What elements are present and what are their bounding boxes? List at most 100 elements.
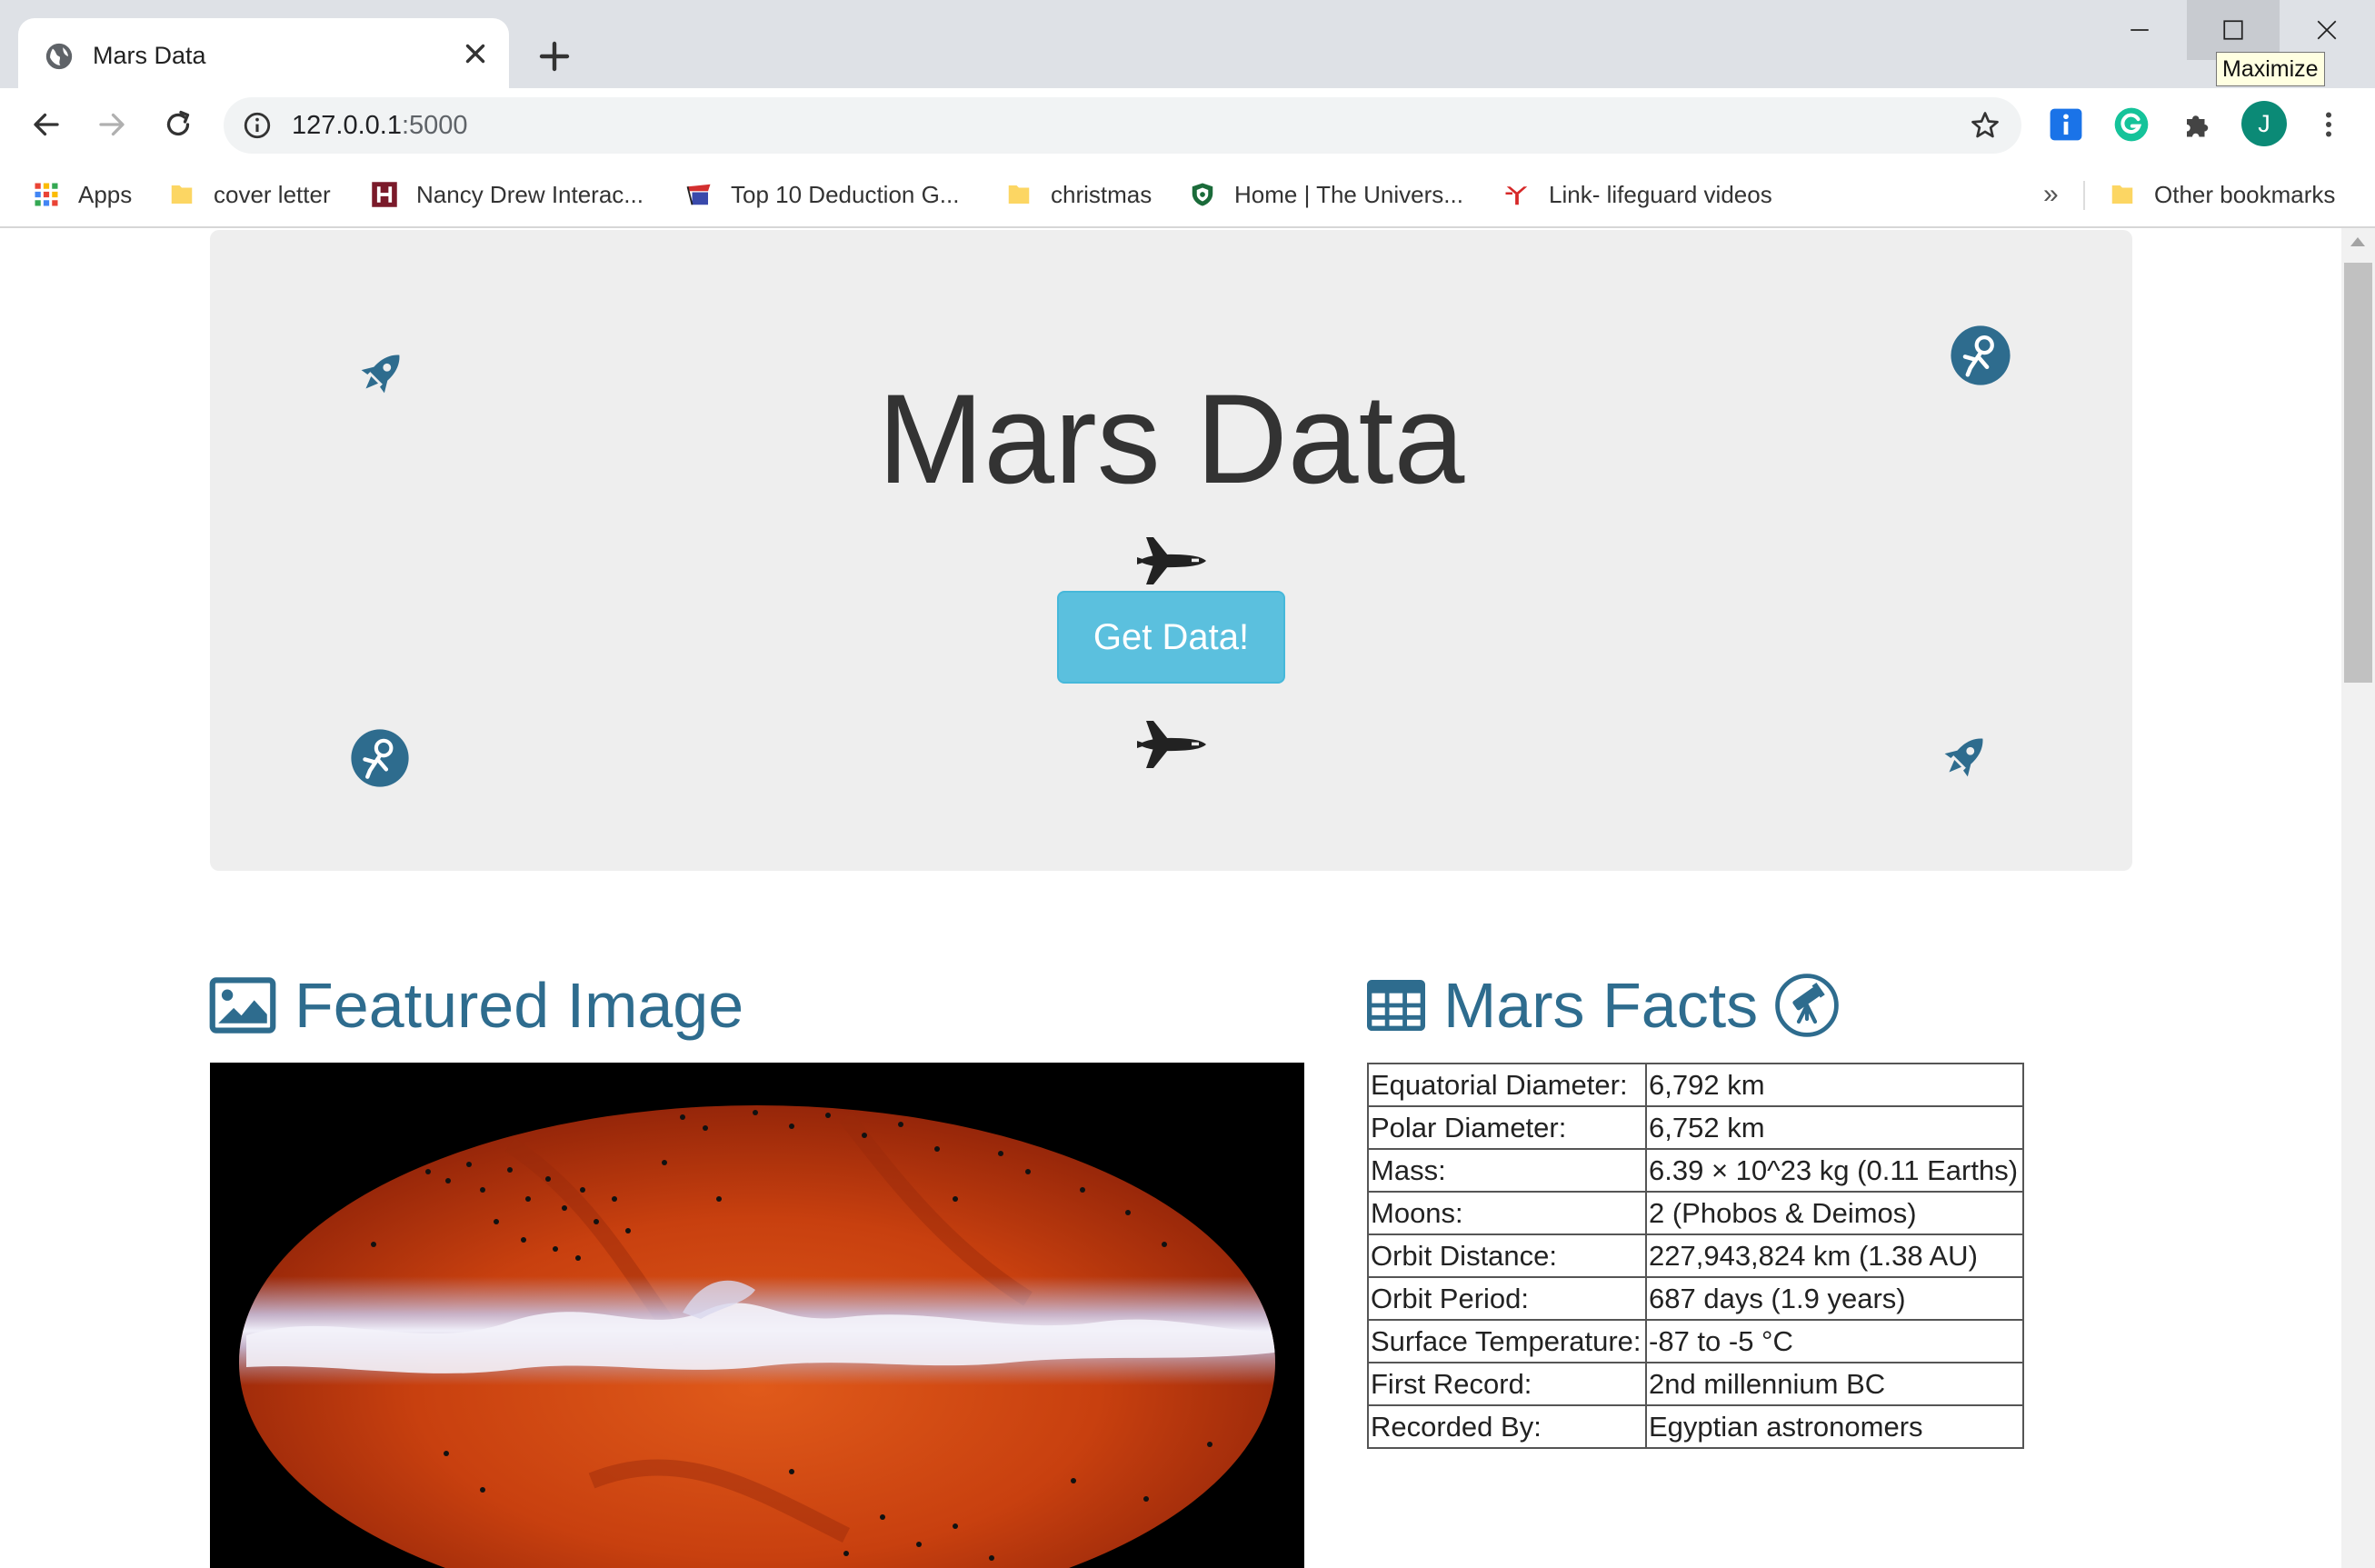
maximize-tooltip: Maximize xyxy=(2216,52,2325,86)
bookmark-apps[interactable]: Apps xyxy=(33,176,132,213)
astronaut-icon xyxy=(351,729,409,787)
arrow-left-icon xyxy=(34,113,59,136)
bookmark-label: Home | The Univers... xyxy=(1234,180,1463,208)
ymca-icon xyxy=(1505,186,1528,205)
table-row: First Record: 2nd millennium BC xyxy=(1367,1362,2024,1406)
space-shuttle-icon xyxy=(1137,721,1206,768)
folder-icon xyxy=(2111,185,2133,204)
reload-button[interactable] xyxy=(155,101,202,148)
table-row: Polar Diameter: 6,752 km xyxy=(1367,1105,2024,1150)
back-button[interactable] xyxy=(23,101,70,148)
fact-label: Equatorial Diameter: xyxy=(1367,1063,1647,1107)
grammarly-button[interactable] xyxy=(2111,105,2151,145)
maximize-icon xyxy=(2223,20,2243,40)
bookmark-home-university[interactable]: Home | The Univers... xyxy=(1189,176,1463,213)
telescope-icon xyxy=(1775,974,1839,1037)
url-port: :5000 xyxy=(401,111,468,140)
info-icon[interactable] xyxy=(242,110,273,141)
folder-icon xyxy=(171,185,193,204)
table-row: Orbit Distance: 227,943,824 km (1.38 AU) xyxy=(1367,1233,2024,1278)
fact-value: 6.39 × 10^23 kg (0.11 Earths) xyxy=(1645,1148,2024,1193)
featured-image-heading: Featured Image xyxy=(209,969,743,1042)
table-row: Moons: 2 (Phobos & Deimos) xyxy=(1367,1191,2024,1235)
facts-table-body: Equatorial Diameter: 6,792 km Polar Diamet… xyxy=(1367,1063,2024,1449)
bookmark-label: cover letter xyxy=(214,180,331,208)
bookmark-top-10-deduction[interactable]: Top 10 Deduction G... xyxy=(685,176,959,213)
bookmark-christmas[interactable]: christmas xyxy=(1005,176,1152,213)
bookmark-label: Link- lifeguard videos xyxy=(1549,180,1772,208)
arrow-right-icon xyxy=(99,113,125,136)
mars-facts-table: Equatorial Diameter: 6,792 km Polar Diamet… xyxy=(1367,1063,2024,1449)
url-text[interactable]: 127.0.0.1:5000 xyxy=(292,108,468,143)
bookmark-cover-letter[interactable]: cover letter xyxy=(168,176,331,213)
mars-facts-heading: Mars Facts xyxy=(1367,969,1840,1042)
browser-tab[interactable]: Mars Data xyxy=(18,18,509,88)
extension-info-button[interactable] xyxy=(2046,105,2086,145)
scroll-up-arrow-icon[interactable] xyxy=(2350,237,2365,246)
minimize-button[interactable] xyxy=(2093,0,2186,60)
forward-button[interactable] xyxy=(88,101,135,148)
page-viewport: Mars Data Get Data! Featured Image Mars … xyxy=(0,228,2341,1568)
fact-value: 227,943,824 km (1.38 AU) xyxy=(1645,1233,2024,1278)
bookmark-label: Other bookmarks xyxy=(2154,180,2336,208)
browser-toolbar: 127.0.0.1:5000 J xyxy=(0,88,2375,161)
fact-label: First Record: xyxy=(1367,1362,1647,1406)
fact-label: Orbit Distance: xyxy=(1367,1233,1647,1278)
tab-title: Mars Data xyxy=(93,42,206,69)
folder-icon xyxy=(1008,185,1030,204)
fact-label: Polar Diameter: xyxy=(1367,1105,1647,1150)
shield-icon xyxy=(1192,183,1213,206)
space-shuttle-icon xyxy=(1137,537,1206,584)
bookmark-nancy-drew[interactable]: Nancy Drew Interac... xyxy=(371,176,644,213)
fact-label: Mass: xyxy=(1367,1148,1647,1193)
fact-value: 2nd millennium BC xyxy=(1645,1362,2024,1406)
fact-label: Recorded By: xyxy=(1367,1404,1647,1449)
address-bar[interactable]: 127.0.0.1:5000 xyxy=(224,97,2021,154)
fact-value: Egyptian astronomers xyxy=(1645,1404,2024,1449)
bookmark-label: Nancy Drew Interac... xyxy=(416,180,644,208)
globe-icon xyxy=(45,43,73,70)
new-tab-icon[interactable] xyxy=(533,35,576,78)
scrollbar-thumb[interactable] xyxy=(2344,263,2372,683)
browser-menu-button[interactable] xyxy=(2309,105,2349,145)
fact-value: 6,792 km xyxy=(1645,1063,2024,1107)
info-extension-icon xyxy=(2050,108,2082,141)
galaxy-map-image xyxy=(239,1105,1275,1568)
page-scrollbar[interactable] xyxy=(2341,228,2375,1568)
image-icon xyxy=(209,977,276,1034)
bookmarks-overflow-button[interactable]: » xyxy=(2043,176,2059,213)
star-bookmark-icon[interactable] xyxy=(1969,109,2001,142)
featured-image xyxy=(210,1063,1304,1568)
bookmarks-divider xyxy=(2083,181,2085,210)
fact-label: Moons: xyxy=(1367,1191,1647,1235)
close-icon xyxy=(2317,20,2337,40)
url-host: 127.0.0.1 xyxy=(292,111,402,140)
bookmark-label: Top 10 Deduction G... xyxy=(731,180,960,208)
bookmark-label: Apps xyxy=(78,180,133,208)
reload-icon xyxy=(166,110,190,136)
h-logo-icon xyxy=(372,182,397,207)
table-row: Surface Temperature: -87 to -5 °C xyxy=(1367,1319,2024,1363)
jumbotron: Mars Data Get Data! xyxy=(210,230,2132,871)
bookmark-other-bookmarks[interactable]: Other bookmarks xyxy=(2109,176,2335,213)
close-tab-icon[interactable] xyxy=(460,38,491,69)
fact-value: 687 days (1.9 years) xyxy=(1645,1276,2024,1321)
profile-avatar[interactable]: J xyxy=(2241,101,2287,146)
fact-label: Orbit Period: xyxy=(1367,1276,1647,1321)
fact-value: 6,752 km xyxy=(1645,1105,2024,1150)
get-data-button[interactable]: Get Data! xyxy=(1057,591,1285,684)
bookmark-lifeguard-videos[interactable]: Link- lifeguard videos xyxy=(1503,176,1772,213)
rocket-icon xyxy=(1944,738,1983,777)
table-icon xyxy=(1367,980,1425,1031)
extensions-button[interactable] xyxy=(2178,105,2218,145)
table-row: Orbit Period: 687 days (1.9 years) xyxy=(1367,1276,2024,1321)
fact-value: 2 (Phobos & Deimos) xyxy=(1645,1191,2024,1235)
tab-strip: Mars Data Maximize xyxy=(0,0,2375,88)
apps-grid-icon xyxy=(35,183,58,206)
site-icon xyxy=(686,184,711,205)
bookmarks-bar: Apps cover letter Nancy Drew Interac... … xyxy=(0,161,2375,228)
minimize-icon xyxy=(2131,29,2149,31)
fact-value: -87 to -5 °C xyxy=(1645,1319,2024,1363)
puzzle-icon xyxy=(2187,115,2209,137)
mars-facts-title: Mars Facts xyxy=(1443,970,1759,1041)
